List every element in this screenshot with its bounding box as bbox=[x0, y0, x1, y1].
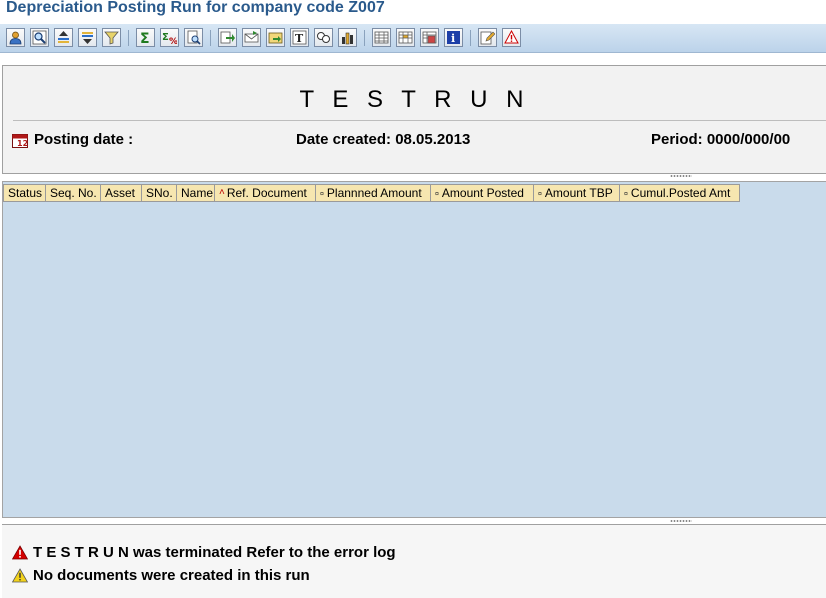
error-icon bbox=[12, 545, 28, 560]
calendar-icon: 12 bbox=[12, 133, 28, 153]
column-header-status[interactable]: Status bbox=[3, 184, 46, 202]
print-preview-icon[interactable] bbox=[184, 28, 203, 47]
svg-text:Σ: Σ bbox=[162, 32, 169, 43]
save-layout-icon[interactable] bbox=[420, 28, 439, 47]
column-header-sno[interactable]: SNo. bbox=[142, 184, 177, 202]
column-header-name[interactable]: Name bbox=[177, 184, 215, 202]
alv-toolbar: Σ Σ% T i bbox=[0, 24, 826, 53]
word-processing-icon[interactable]: T bbox=[290, 28, 309, 47]
total-marker-icon: ¤ bbox=[320, 191, 324, 198]
column-header-cumul-posted-amt[interactable]: ¤ Cumul.Posted Amt bbox=[620, 184, 740, 202]
title-bar: Depreciation Posting Run for company cod… bbox=[0, 0, 826, 22]
filter-icon[interactable] bbox=[102, 28, 121, 47]
error-log-icon[interactable] bbox=[502, 28, 521, 47]
message-area: T E S T R U N was terminated Refer to th… bbox=[2, 524, 826, 598]
period-label: Period: 0000/000/00 bbox=[651, 131, 791, 148]
warning-message: No documents were created in this run bbox=[12, 567, 310, 584]
svg-text:T: T bbox=[295, 32, 304, 45]
svg-text:12: 12 bbox=[17, 139, 28, 148]
edit-comment-icon[interactable] bbox=[478, 28, 497, 47]
column-header-seq-no[interactable]: Seq. No. bbox=[46, 184, 101, 202]
abc-analysis-icon[interactable] bbox=[314, 28, 333, 47]
export-icon[interactable] bbox=[218, 28, 237, 47]
column-header-planned-amount[interactable]: ¤ Plannned Amount bbox=[316, 184, 431, 202]
splitter-handle-bottom[interactable] bbox=[670, 520, 692, 522]
change-layout-icon[interactable] bbox=[372, 28, 391, 47]
find-icon[interactable] bbox=[30, 28, 49, 47]
column-header-amount-posted[interactable]: ¤ Amount Posted bbox=[431, 184, 534, 202]
header-divider bbox=[13, 120, 826, 121]
window-title: Depreciation Posting Run for company cod… bbox=[6, 0, 385, 16]
alv-grid: Status Seq. No. Asset SNo. Name ˄ Ref. Do… bbox=[2, 181, 826, 518]
run-title: T E S T R U N bbox=[299, 86, 530, 113]
list-header: T E S T R U N 12 Posting date : Date cre… bbox=[2, 65, 826, 174]
error-message: T E S T R U N was terminated Refer to th… bbox=[12, 544, 396, 561]
sort-descending-icon[interactable] bbox=[78, 28, 97, 47]
graphic-icon[interactable] bbox=[338, 28, 357, 47]
column-header-asset[interactable]: Asset bbox=[101, 184, 142, 202]
warning-icon bbox=[12, 568, 28, 583]
column-header-ref-document[interactable]: ˄ Ref. Document bbox=[215, 184, 316, 202]
total-marker-icon: ¤ bbox=[538, 191, 542, 198]
total-marker-icon: ¤ bbox=[435, 191, 439, 198]
column-header-row: Status Seq. No. Asset SNo. Name ˄ Ref. Do… bbox=[3, 184, 740, 202]
sort-up-icon: ˄ bbox=[219, 187, 225, 198]
information-icon[interactable]: i bbox=[444, 28, 463, 47]
date-created-label: Date created: 08.05.2013 bbox=[296, 131, 471, 148]
total-icon[interactable]: Σ bbox=[136, 28, 155, 47]
column-header-amount-tbp[interactable]: ¤ Amount TBP bbox=[534, 184, 620, 202]
svg-text:%: % bbox=[169, 37, 177, 45]
detail-icon[interactable] bbox=[6, 28, 25, 47]
splitter-handle-top[interactable] bbox=[670, 175, 692, 177]
mail-icon[interactable] bbox=[242, 28, 261, 47]
select-layout-icon[interactable] bbox=[396, 28, 415, 47]
subtotal-icon[interactable]: Σ% bbox=[160, 28, 179, 47]
svg-text:i: i bbox=[451, 32, 455, 45]
sort-ascending-icon[interactable] bbox=[54, 28, 73, 47]
svg-text:Σ: Σ bbox=[140, 31, 150, 45]
local-file-icon[interactable] bbox=[266, 28, 285, 47]
posting-date-label: Posting date : bbox=[34, 131, 134, 148]
total-marker-icon: ¤ bbox=[624, 191, 628, 198]
